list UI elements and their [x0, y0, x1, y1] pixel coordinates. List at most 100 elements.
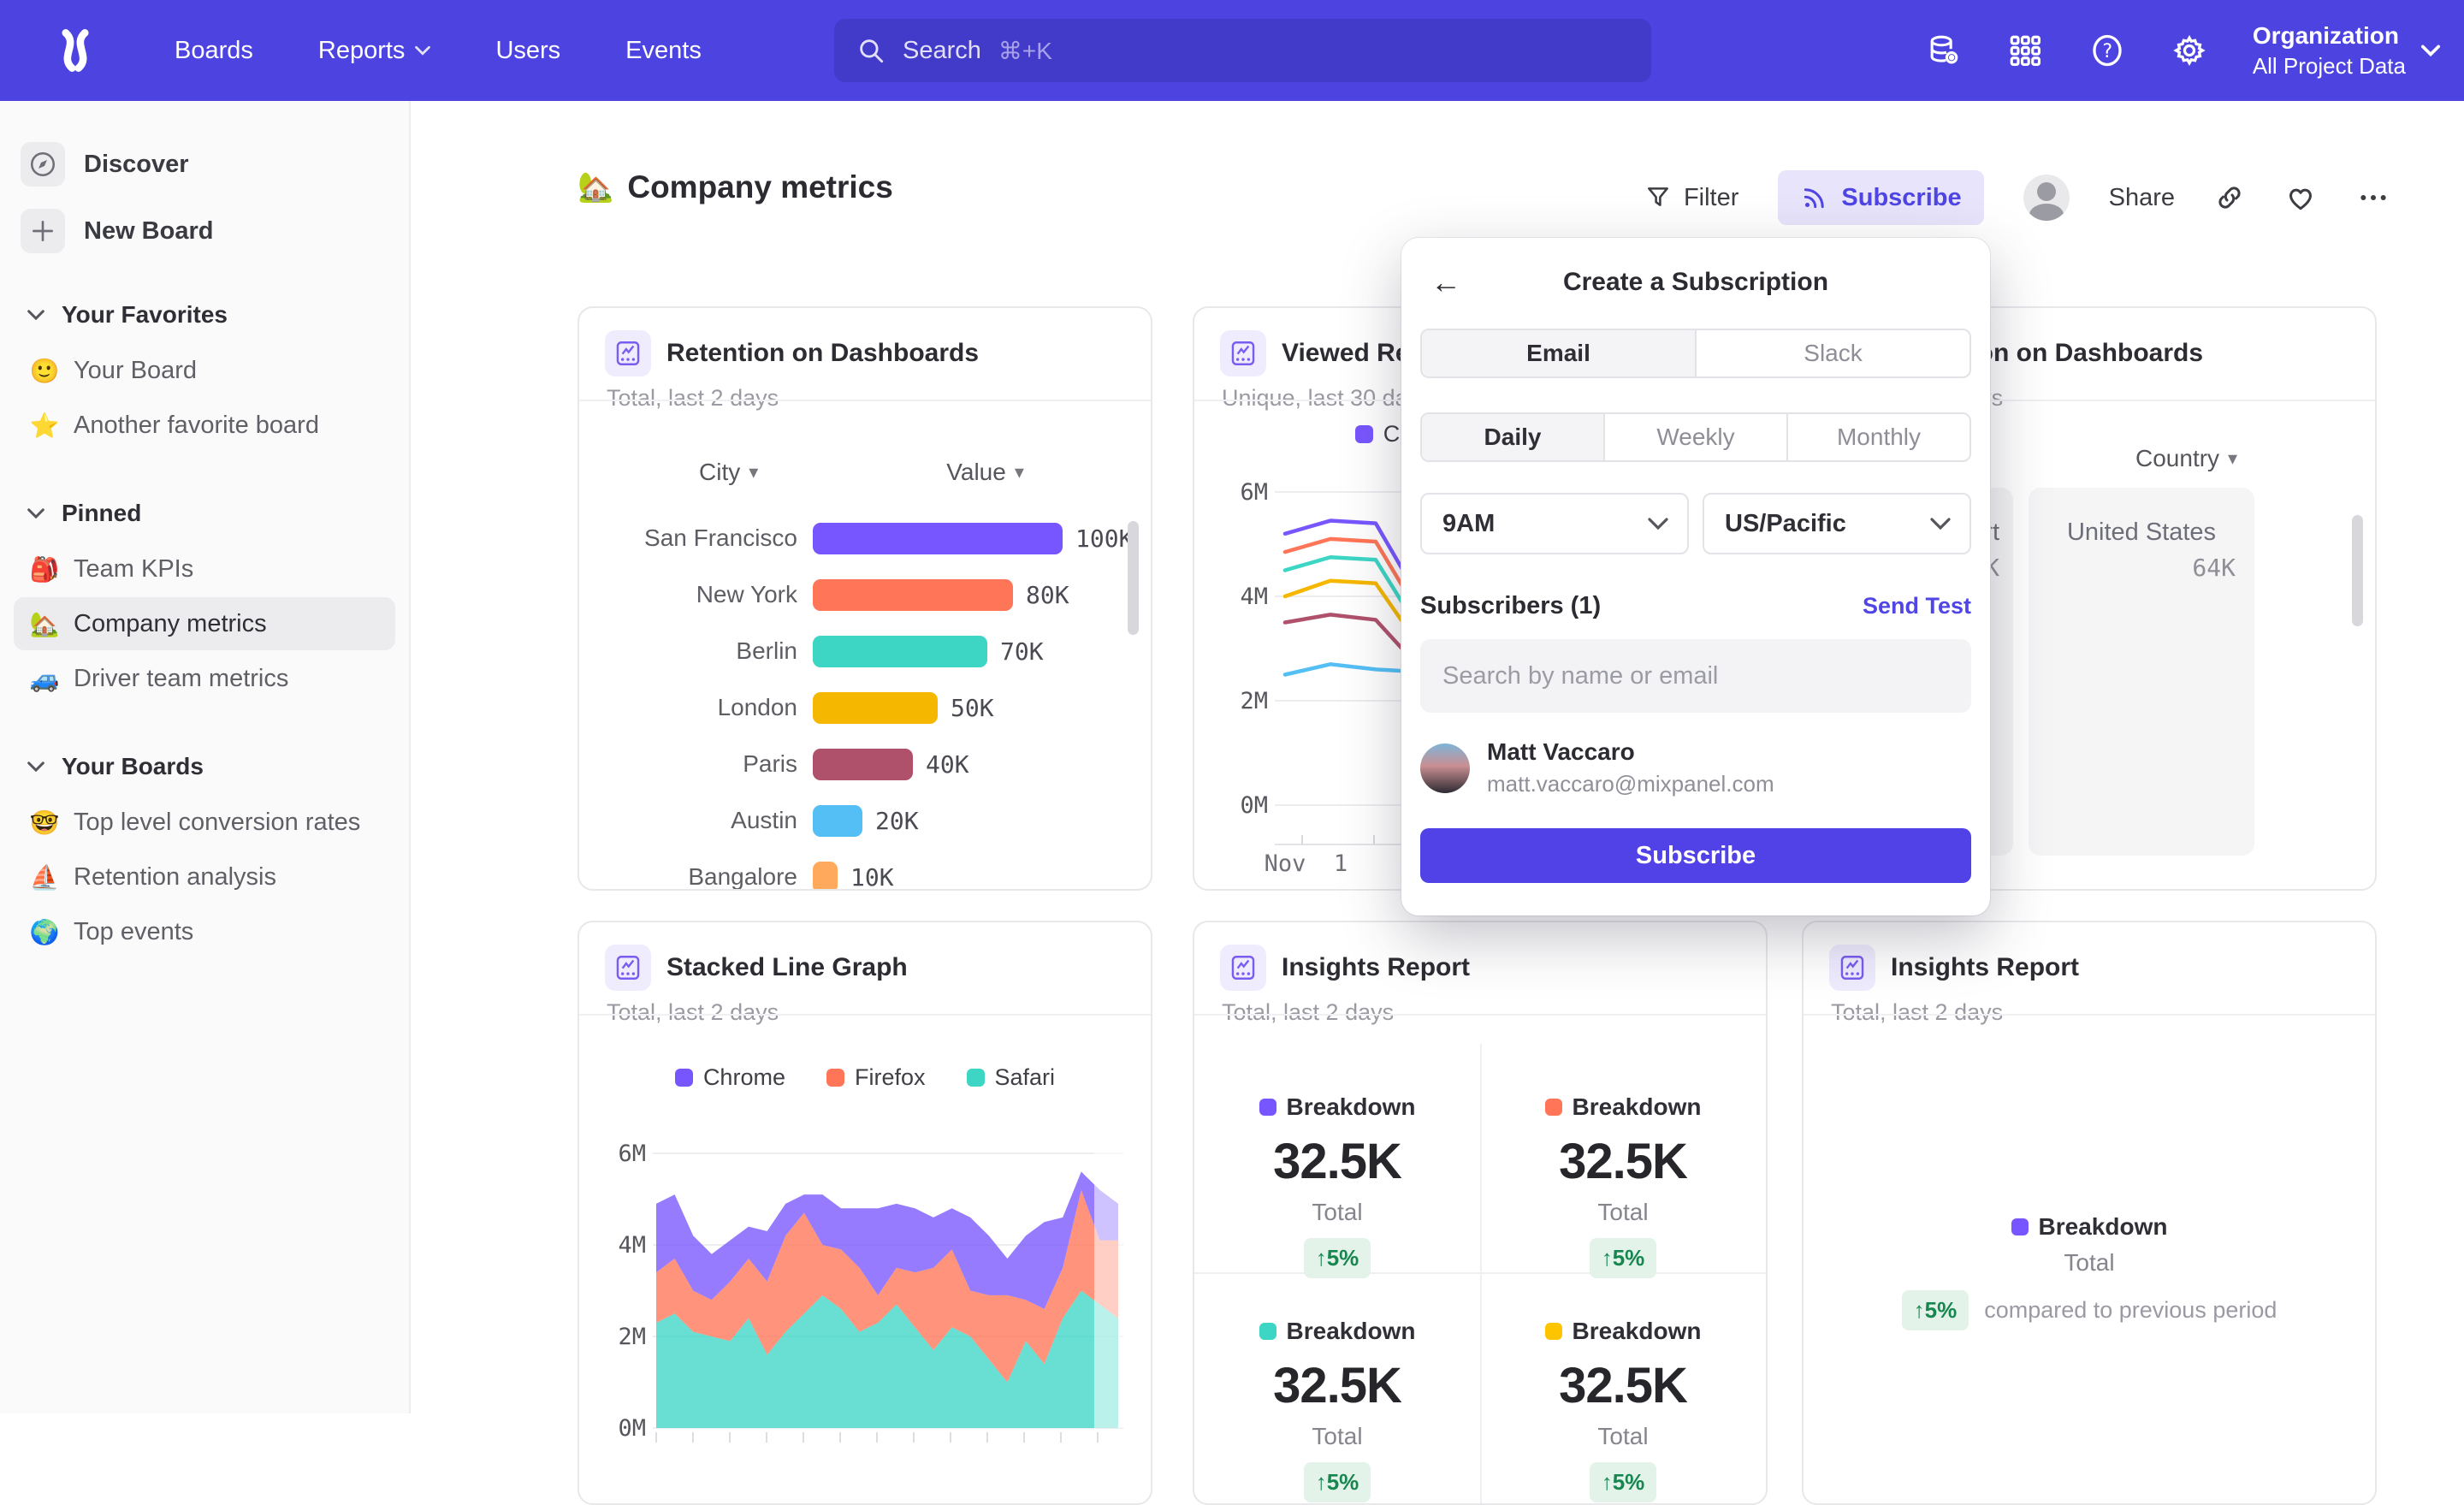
svg-text:?: ?	[2101, 41, 2112, 62]
legend-item-safari[interactable]: Safari	[967, 1064, 1056, 1091]
more-options-icon[interactable]	[2356, 181, 2390, 215]
sidebar-item-top-level-conversion-rates[interactable]: 🤓Top level conversion rates	[14, 796, 395, 849]
chevron-down-icon	[1930, 517, 1951, 530]
tab-email[interactable]: Email	[1422, 330, 1695, 376]
send-test-link[interactable]: Send Test	[1863, 593, 1971, 619]
breakdown-label: Breakdown	[1287, 1093, 1416, 1121]
card-insights-report-single: Insights Report Total, last 2 days Break…	[1802, 921, 2377, 1505]
retention-row[interactable]: Bangalore10K	[579, 849, 1151, 891]
navbar-link-events[interactable]: Events	[625, 37, 702, 65]
metric-value: 32.5K	[1273, 1133, 1401, 1190]
org-switcher[interactable]: Organization All Project Data	[2253, 22, 2440, 80]
svg-text:Nov: Nov	[1265, 850, 1306, 873]
share-button[interactable]: Share	[2109, 184, 2175, 212]
country-scrollbar[interactable]	[2352, 515, 2363, 626]
sidebar-section-header[interactable]: Pinned	[27, 500, 409, 527]
time-select[interactable]: 9AM	[1420, 493, 1689, 554]
legend-item-chrome[interactable]: Chrome	[675, 1064, 785, 1091]
card-retention-on-dashboards: Retention on Dashboards Total, last 2 da…	[578, 306, 1152, 891]
freq-tab-weekly[interactable]: Weekly	[1603, 414, 1786, 460]
navbar-link-users[interactable]: Users	[495, 37, 560, 65]
freq-tab-monthly[interactable]: Monthly	[1786, 414, 1969, 460]
sidebar-item-team-kpis[interactable]: 🎒Team KPIs	[14, 542, 395, 595]
sidebar-section-header[interactable]: Your Boards	[27, 753, 409, 780]
svg-text:2M: 2M	[1240, 688, 1268, 714]
chevron-down-icon	[27, 507, 44, 519]
retention-row[interactable]: New York80K	[579, 566, 1151, 623]
retention-city-label: Berlin	[579, 637, 797, 665]
card-subtitle: Total, last 2 days	[607, 999, 1125, 1026]
frequency-tabs: DailyWeeklyMonthly	[1420, 412, 1971, 462]
new-board-label: New Board	[84, 217, 213, 246]
search-icon	[856, 36, 886, 65]
sidebar-item-driver-team-metrics[interactable]: 🚙Driver team metrics	[14, 652, 395, 705]
board-emoji: ⛵	[27, 863, 62, 892]
sidebar-item-top-events[interactable]: 🌍Top events	[14, 905, 395, 958]
column-header-city[interactable]: City▾	[699, 459, 758, 486]
search-input[interactable]: Search ⌘+K	[834, 19, 1651, 82]
subscriber-list-item[interactable]: Matt Vaccaro matt.vaccaro@mixpanel.com	[1420, 738, 1971, 797]
card-subtitle: Total, last 2 days	[1222, 999, 1740, 1026]
sidebar-item-new-board[interactable]: New Board	[21, 209, 409, 253]
retention-row[interactable]: Paris40K	[579, 736, 1151, 792]
legend-square	[2011, 1218, 2029, 1235]
insights-tile: Breakdown32.5KTotal↑5%	[1480, 1318, 1766, 1502]
subscribe-button[interactable]: Subscribe	[1778, 170, 1983, 225]
tab-slack[interactable]: Slack	[1695, 330, 1969, 376]
card-subtitle: Total, last 2 days	[1831, 999, 2349, 1026]
column-header-country[interactable]: Country▾	[2135, 445, 2237, 472]
breakdown-legend: Breakdown	[1545, 1318, 1702, 1345]
sidebar-item-another-favorite-board[interactable]: ⭐Another favorite board	[14, 399, 395, 452]
country-tile-united-states[interactable]: United States 64K	[2029, 488, 2254, 856]
chevron-down-icon	[27, 761, 44, 773]
navbar-link-reports[interactable]: Reports	[318, 37, 431, 65]
subscriber-search-input[interactable]: Search by name or email	[1420, 639, 1971, 713]
retention-bar	[813, 579, 1013, 611]
data-management-icon[interactable]	[1924, 32, 1962, 69]
navbar-link-boards[interactable]: Boards	[175, 37, 253, 65]
legend-item-firefox[interactable]: Firefox	[826, 1064, 926, 1091]
timezone-select[interactable]: US/Pacific	[1703, 493, 1971, 554]
modal-subscribe-button[interactable]: Subscribe	[1420, 828, 1971, 883]
user-avatar[interactable]	[2023, 175, 2070, 221]
sidebar-item-discover[interactable]: Discover	[21, 142, 409, 187]
retention-scrollbar[interactable]	[1128, 521, 1139, 635]
sidebar-item-your-board[interactable]: 🙂Your Board	[14, 344, 395, 397]
favorite-heart-icon[interactable]	[2284, 181, 2317, 214]
sidebar-item-company-metrics[interactable]: 🏡Company metrics	[14, 597, 395, 650]
retention-value-label: 100K	[1075, 524, 1133, 553]
total-label: Total	[2064, 1249, 2114, 1277]
column-header-value[interactable]: Value▾	[946, 459, 1024, 486]
total-label: Total	[1312, 1199, 1362, 1226]
retention-city-label: London	[579, 694, 797, 721]
sidebar-section-your-favorites: Your Favorites 🙂Your Board⭐Another favori…	[0, 301, 409, 452]
retention-row[interactable]: London50K	[579, 679, 1151, 736]
retention-row[interactable]: Austin20K	[579, 792, 1151, 849]
subscriber-avatar	[1420, 744, 1470, 793]
report-chart-icon	[1829, 945, 1875, 991]
back-arrow-icon[interactable]: ←	[1430, 264, 1461, 301]
copy-link-icon[interactable]	[2214, 182, 2245, 213]
sidebar: Discover New Board Your Favorites 🙂Your B…	[0, 101, 411, 1413]
retention-row[interactable]: San Francisco100K	[579, 510, 1151, 566]
retention-row[interactable]: Berlin70K	[579, 623, 1151, 679]
retention-bar	[813, 749, 913, 780]
apps-grid-icon[interactable]	[2006, 32, 2044, 69]
settings-gear-icon[interactable]	[2171, 32, 2208, 69]
filter-button[interactable]: Filter	[1644, 184, 1738, 212]
delta-badge: ↑5%	[1590, 1238, 1657, 1278]
report-chart-icon	[605, 330, 651, 376]
sidebar-section-header[interactable]: Your Favorites	[27, 301, 409, 329]
sidebar-item-retention-analysis[interactable]: ⛵Retention analysis	[14, 850, 395, 904]
board-emoji: 🤓	[27, 809, 62, 837]
freq-tab-daily[interactable]: Daily	[1422, 414, 1603, 460]
legend-square	[675, 1069, 693, 1087]
help-icon[interactable]: ?	[2088, 32, 2126, 69]
svg-text:4M: 4M	[1240, 584, 1268, 610]
delta-badge: ↑5%	[1304, 1238, 1371, 1278]
retention-value-label: 80K	[1026, 581, 1069, 609]
retention-value-label: 10K	[850, 863, 894, 892]
search-shortcut: ⌘+K	[998, 37, 1052, 65]
navbar-link-label: Reports	[318, 37, 406, 65]
mixpanel-logo-icon[interactable]	[50, 25, 101, 76]
